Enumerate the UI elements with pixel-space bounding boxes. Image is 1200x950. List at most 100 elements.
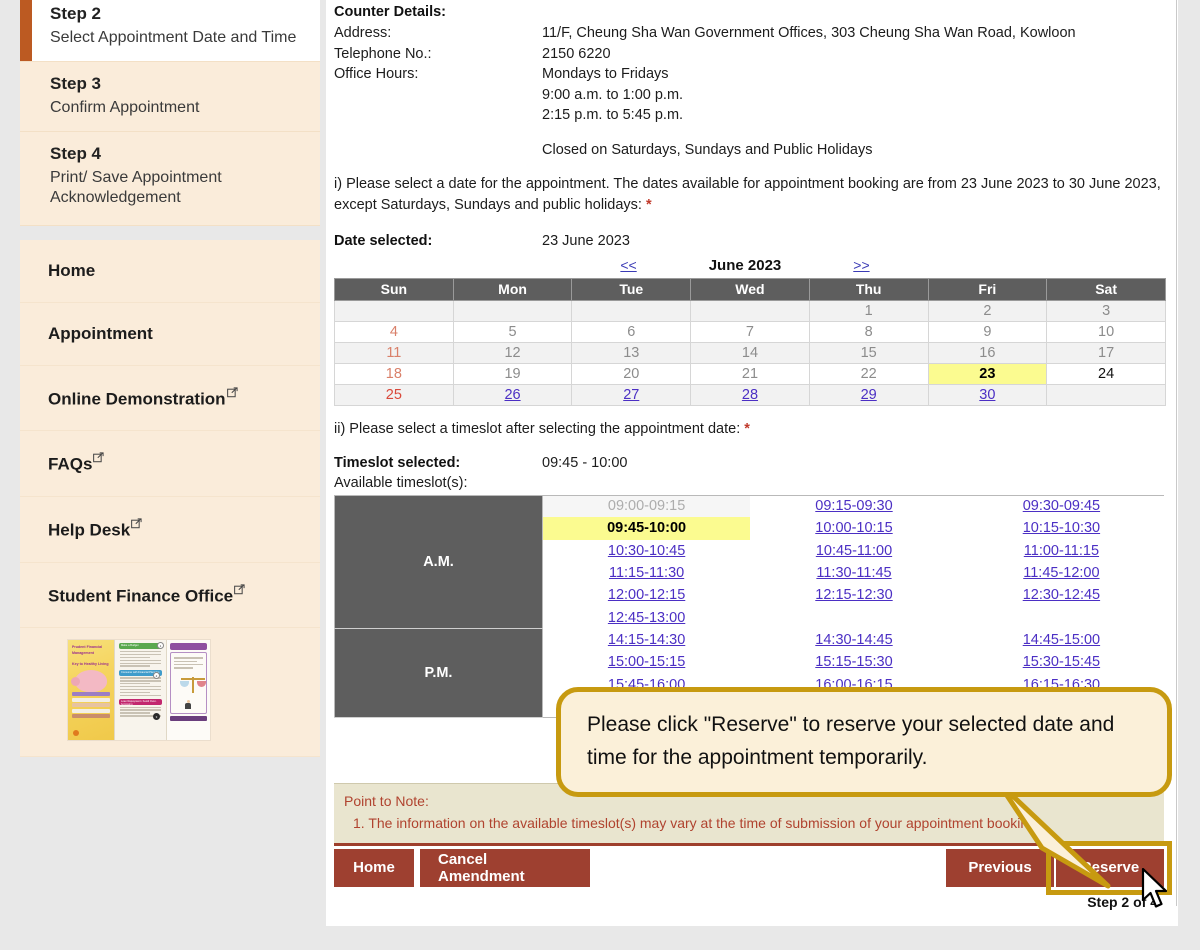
timeslot-cell (958, 607, 1164, 629)
timeslot-link[interactable]: 15:30-15:45 (1023, 654, 1100, 670)
timeslot-cell[interactable]: 11:45-12:00 (958, 562, 1164, 584)
timeslot-link[interactable]: 10:45-11:00 (816, 543, 892, 559)
calendar-prev-month-button[interactable]: << (620, 257, 636, 273)
calendar-day-link[interactable]: 28 (742, 387, 758, 403)
balance-scale-icon (180, 675, 206, 695)
step-item-3[interactable]: Step 3 Confirm Appointment (20, 62, 320, 133)
calendar-day-cell: 14 (690, 341, 810, 364)
timeslot-link[interactable]: 11:15-11:30 (609, 565, 684, 581)
timeslot-selected-value: 09:45 - 10:00 (542, 454, 628, 471)
timeslot-cell[interactable]: 12:45-13:00 (543, 607, 751, 629)
timeslot-cell[interactable]: 09:15-09:30 (750, 495, 958, 517)
timeslot-link[interactable]: 12:45-13:00 (608, 610, 685, 626)
timeslot-link[interactable]: 10:00-10:15 (815, 520, 892, 536)
timeslot-link[interactable]: 10:30-10:45 (608, 543, 685, 559)
calendar-day-cell: 9 (927, 320, 1048, 343)
timeslot-link[interactable]: 11:45-12:00 (1023, 565, 1099, 581)
sidebar-item-help-desk[interactable]: Help Desk (20, 497, 320, 563)
external-link-icon (93, 452, 104, 463)
timeslot-link[interactable]: 09:15-09:30 (815, 498, 892, 514)
timeslot-cell[interactable]: 15:15-15:30 (750, 651, 958, 673)
timeslot-cell[interactable]: 15:30-15:45 (958, 651, 1164, 673)
timeslot-link[interactable]: 15:00-15:15 (608, 654, 685, 670)
calendar-day-cell: 15 (808, 341, 929, 364)
timeslot-cell[interactable]: 11:00-11:15 (958, 540, 1164, 562)
timeslot-link[interactable]: 12:00-12:15 (608, 587, 685, 603)
calendar-day-cell: 16 (927, 341, 1048, 364)
sidebar-item-student-finance-office[interactable]: Student Finance Office (20, 563, 320, 629)
timeslot-cell-selected[interactable]: 09:45-10:00 (542, 517, 751, 540)
sidebar-item-online-demonstration[interactable]: Online Demonstration (20, 366, 320, 432)
mouse-cursor (1141, 868, 1168, 908)
timeslot-period-pm: P.M. (334, 628, 543, 719)
calendar-day-link[interactable]: 30 (979, 387, 995, 403)
cancel-amendment-button[interactable]: Cancel Amendment (420, 848, 590, 887)
home-button[interactable]: Home (334, 848, 414, 887)
timeslot-link[interactable]: 14:15-14:30 (608, 632, 685, 648)
telephone-value: 2150 6220 (542, 45, 611, 62)
calendar-day-header: Wed (690, 277, 810, 301)
timeslot-cell[interactable]: 12:30-12:45 (958, 584, 1164, 606)
calendar-day-cell[interactable]: 27 (571, 383, 692, 406)
calendar-day-cell[interactable]: 30 (927, 383, 1048, 406)
calendar-day-cell[interactable]: 28 (690, 383, 810, 406)
promo-leaflet-image[interactable]: Prudent Financial Management Key to Heal… (68, 640, 210, 741)
timeslot-instruction: ii) Please select a timeslot after selec… (334, 419, 1164, 440)
date-selected-row: Date selected: 23 June 2023 (334, 233, 1164, 249)
calendar-day-cell: 4 (334, 320, 454, 343)
sidebar-item-home[interactable]: Home (20, 240, 320, 303)
timeslot-link[interactable]: 12:30-12:45 (1023, 587, 1100, 603)
timeslot-cell[interactable]: 12:15-12:30 (750, 584, 958, 606)
calendar-week-row: 4 5 6 7 8 9 10 (334, 320, 1166, 343)
content-right-border (1176, 0, 1177, 906)
calendar-day-cell: 22 (808, 362, 929, 385)
timeslot-period-am: A.M. (334, 495, 543, 630)
timeslot-cell[interactable]: 10:30-10:45 (543, 540, 751, 562)
timeslot-cell[interactable]: 10:00-10:15 (750, 517, 958, 539)
step-item-4[interactable]: Step 4 Print/ Save Appointment Acknowled… (20, 132, 320, 226)
timeslot-link[interactable]: 12:15-12:30 (815, 587, 892, 603)
timeslot-link[interactable]: 14:30-14:45 (815, 632, 892, 648)
timeslot-link[interactable]: 10:15-10:30 (1023, 520, 1100, 536)
available-timeslots-label: Available timeslot(s): (334, 474, 468, 491)
counter-details-heading: Counter Details: (334, 4, 446, 20)
sidebar-item-label: Help Desk (48, 520, 131, 540)
timeslot-link[interactable]: 09:30-09:45 (1023, 498, 1100, 514)
step-item-2[interactable]: Step 2 Select Appointment Date and Time (20, 0, 320, 63)
timeslot-cell[interactable]: 11:30-11:45 (750, 562, 958, 584)
required-marker: * (645, 197, 652, 214)
calendar-day-cell[interactable]: 26 (452, 383, 573, 406)
timeslot-link[interactable]: 15:15-15:30 (815, 654, 892, 670)
timeslot-cell[interactable]: 14:30-14:45 (750, 629, 958, 651)
timeslot-cell[interactable]: 12:00-12:15 (543, 584, 751, 606)
timeslot-cell[interactable]: 10:45-11:00 (750, 540, 958, 562)
calendar-day-cell: 19 (452, 362, 573, 385)
timeslot-cell[interactable]: 14:15-14:30 (543, 629, 751, 651)
required-marker: * (744, 420, 750, 437)
instruction-callout: Please click "Reserve" to reserve your s… (556, 687, 1172, 797)
calendar-day-cell: 7 (690, 320, 810, 343)
promo-banner[interactable]: Prudent Financial Management Key to Heal… (20, 628, 320, 758)
timeslot-link[interactable]: 11:30-11:45 (816, 565, 891, 581)
calendar-day-link[interactable]: 27 (623, 387, 639, 403)
calendar-day-link[interactable]: 26 (504, 387, 520, 403)
timeslot-cell[interactable]: 10:15-10:30 (958, 517, 1164, 539)
calendar-day-header: Sat (1046, 277, 1166, 301)
sidebar-item-label: FAQs (48, 455, 93, 475)
calendar-day-cell[interactable]: 29 (808, 383, 929, 406)
timeslot-cell[interactable]: 11:15-11:30 (543, 562, 751, 584)
sidebar-item-faqs[interactable]: FAQs (20, 431, 320, 498)
timeslot-cell[interactable]: 15:00-15:15 (543, 651, 751, 673)
calendar-day-cell (334, 299, 454, 322)
sidebar-item-appointment[interactable]: Appointment (20, 303, 320, 366)
promo-block-1: Make a Budget (119, 643, 162, 650)
calendar-day-header: Sun (334, 277, 454, 301)
timeslot-cell[interactable]: 14:45-15:00 (958, 629, 1164, 651)
timeslot-cell[interactable]: 09:30-09:45 (958, 495, 1164, 517)
calendar-day-cell: 21 (690, 362, 810, 385)
calendar-day-link[interactable]: 29 (861, 387, 877, 403)
calendar-next-month-button[interactable]: >> (853, 257, 869, 273)
timeslot-link[interactable]: 14:45-15:00 (1023, 632, 1100, 648)
calendar-header-row: Sun Mon Tue Wed Thu Fri Sat (334, 277, 1166, 301)
timeslot-link[interactable]: 11:00-11:15 (1024, 543, 1099, 559)
